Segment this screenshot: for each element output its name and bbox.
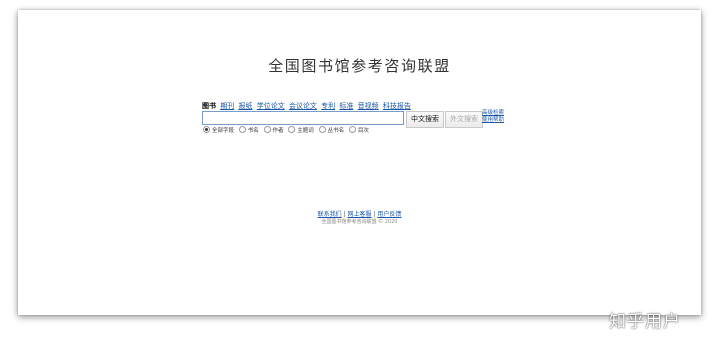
- radio-button-icon: [348, 126, 356, 133]
- advanced-search-link[interactable]: 高级检索: [482, 110, 504, 117]
- copyright-text: 全国图书馆参考咨询联盟 © 2020: [321, 219, 398, 225]
- footer-separator: |: [343, 211, 346, 218]
- radio-button-icon: [203, 126, 210, 133]
- search-type-tabs: 图书 期刊 报纸 学位论文 会议论文 专利 标准 音视频 科技报告: [202, 102, 413, 111]
- tab-patents[interactable]: 专利: [321, 102, 335, 110]
- tab-theses[interactable]: 学位论文: [257, 102, 285, 110]
- chinese-search-button[interactable]: 中文搜索: [406, 111, 444, 128]
- radio-button-icon: [263, 126, 271, 133]
- page-frame: 全国图书馆参考咨询联盟 图书 期刊 报纸 学位论文 会议论文 专利 标准 音视频…: [18, 10, 701, 315]
- tab-conference-papers[interactable]: 会议论文: [289, 102, 317, 110]
- search-field-options: 全部字段 书名 作者 主题词 丛书名 目次: [203, 126, 372, 136]
- tab-tech-reports[interactable]: 科技报告: [383, 102, 411, 110]
- radio-subject[interactable]: 主题词: [288, 126, 314, 136]
- tab-audio-video[interactable]: 音视频: [358, 102, 379, 110]
- site-title: 全国图书馆参考咨询联盟: [268, 57, 451, 75]
- online-service-link[interactable]: 网上客服: [347, 211, 371, 218]
- watermark: 知乎用户: [609, 312, 681, 332]
- radio-button-icon: [318, 126, 326, 133]
- radio-all-fields[interactable]: 全部字段: [203, 126, 234, 136]
- contact-us-link[interactable]: 联系我们: [318, 211, 342, 218]
- tab-books[interactable]: 图书: [202, 102, 216, 110]
- feedback-link[interactable]: 用户反馈: [377, 211, 401, 218]
- radio-contents[interactable]: 目次: [348, 126, 369, 136]
- tab-journals[interactable]: 期刊: [220, 102, 234, 110]
- radio-button-icon: [238, 126, 246, 133]
- tab-newspapers[interactable]: 报纸: [238, 102, 252, 110]
- footer-links: 联系我们 | 网上客服 | 用户反馈: [18, 209, 701, 218]
- help-link[interactable]: 使用帮助: [482, 117, 504, 124]
- tab-standards[interactable]: 标准: [339, 102, 353, 110]
- radio-series[interactable]: 丛书名: [318, 126, 344, 136]
- radio-button-icon: [288, 126, 296, 133]
- radio-title[interactable]: 书名: [238, 126, 259, 136]
- foreign-search-button[interactable]: 外文搜索: [445, 111, 483, 128]
- footer-separator: |: [373, 211, 376, 218]
- radio-author[interactable]: 作者: [263, 126, 284, 136]
- search-input[interactable]: [202, 111, 404, 125]
- side-links: 高级检索 使用帮助: [482, 110, 504, 124]
